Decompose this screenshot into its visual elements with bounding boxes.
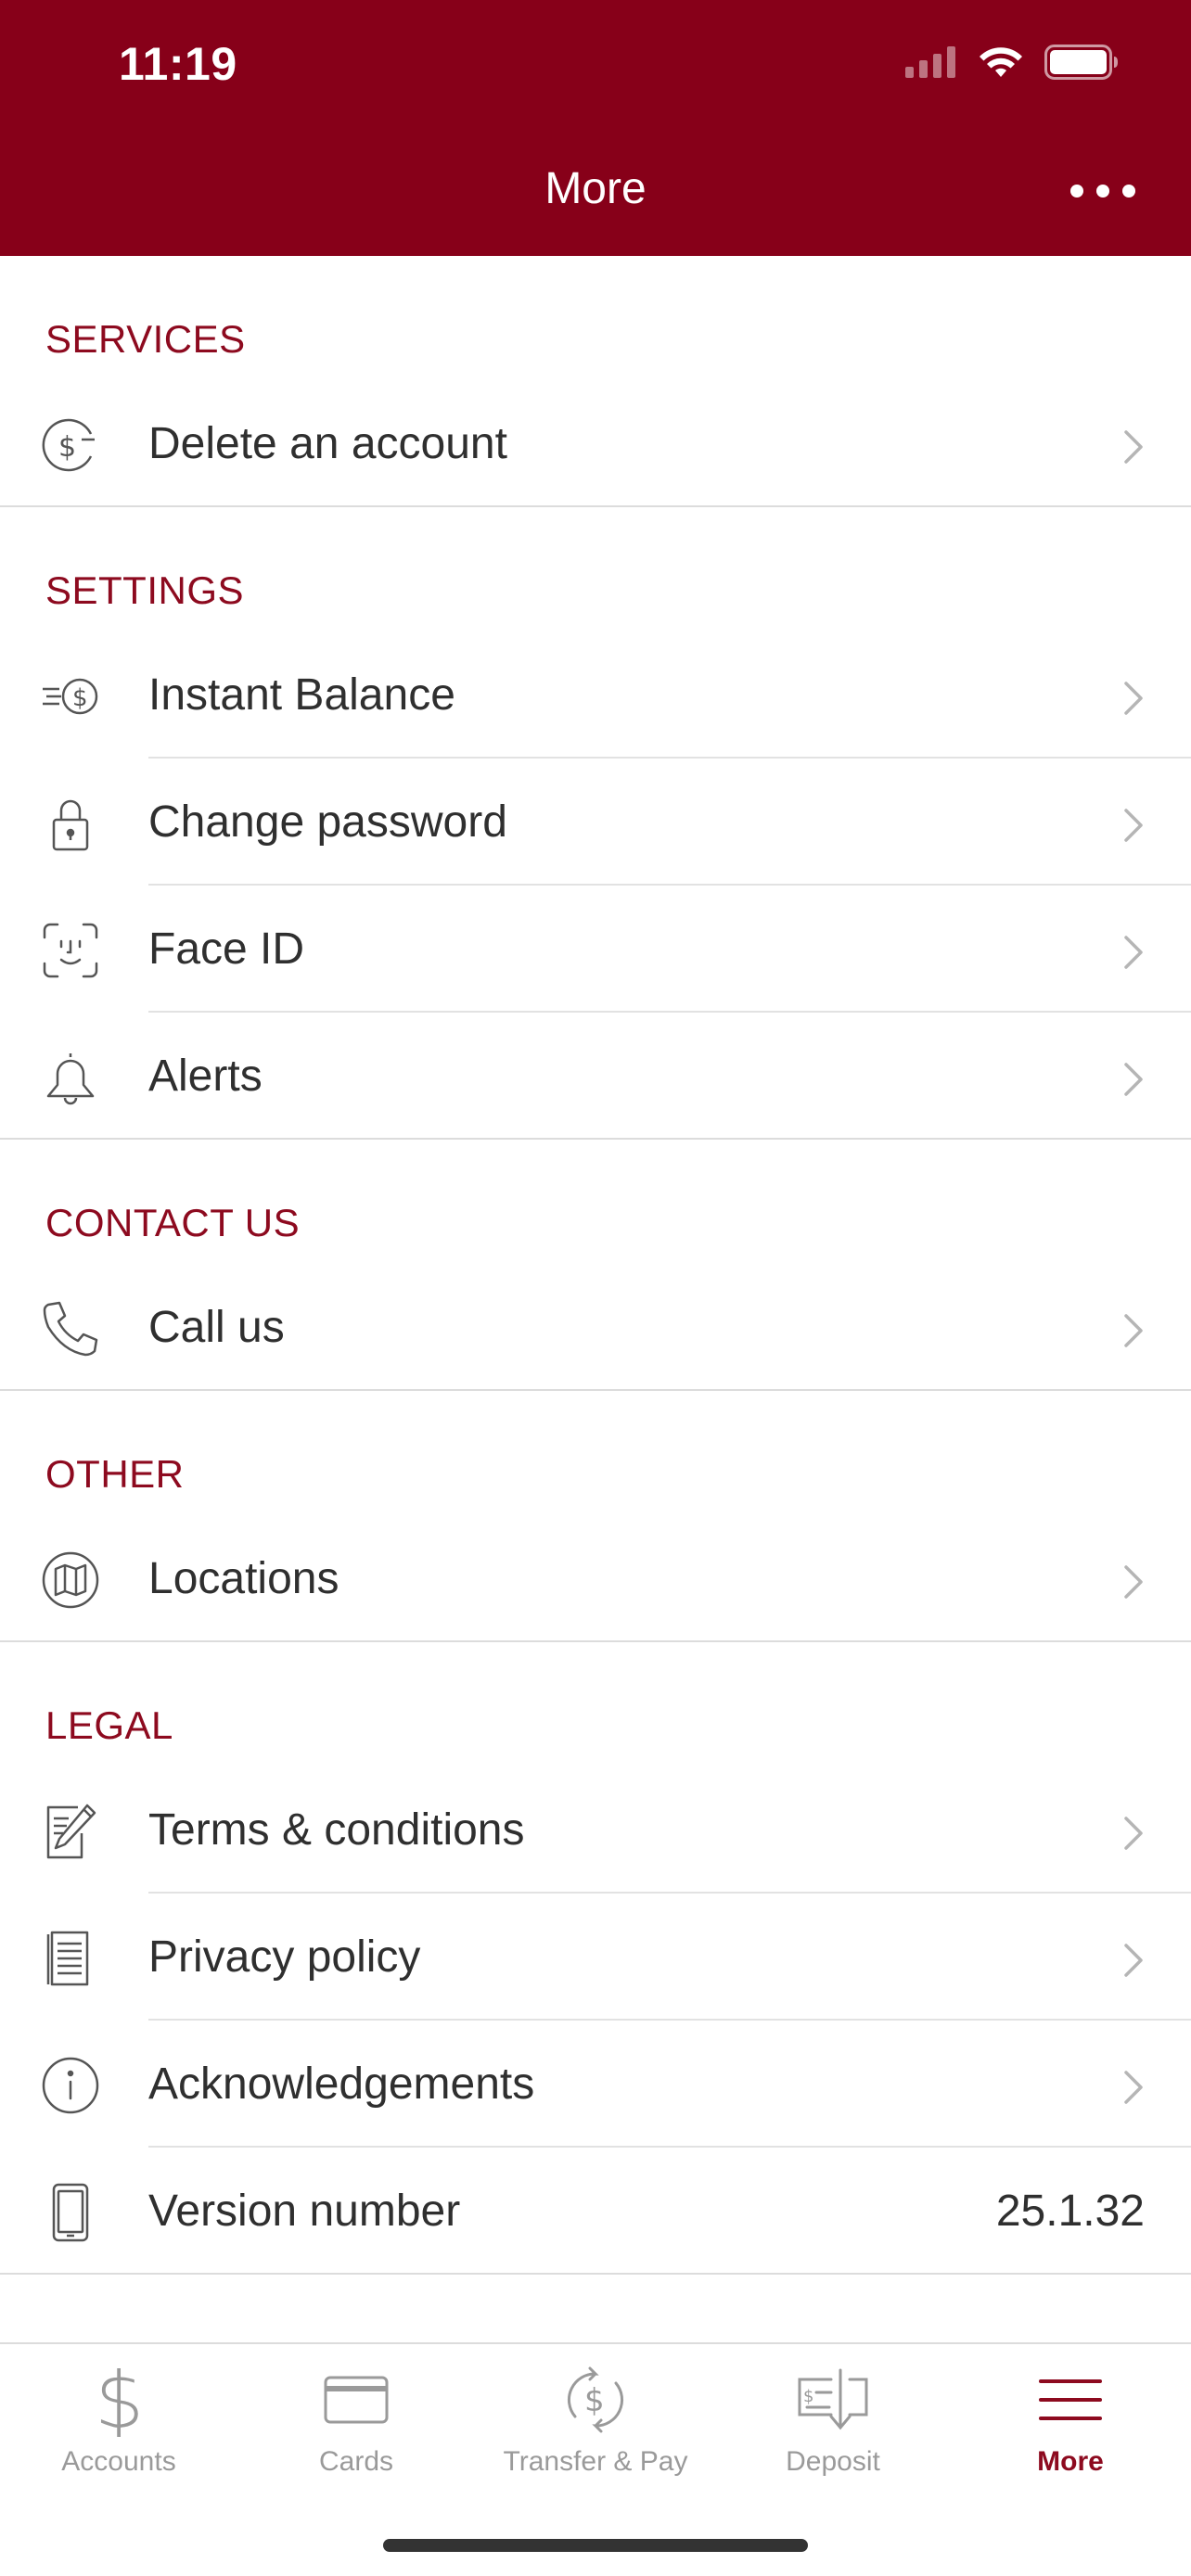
item-label: Terms & conditions (148, 1805, 525, 1855)
section-title-services: SERVICES (45, 317, 246, 361)
item-label: Locations (148, 1554, 339, 1603)
terms-conditions-item[interactable]: Terms & conditions (0, 1766, 1191, 1894)
call-us-item[interactable]: Call us (0, 1264, 1191, 1391)
page-title: More (544, 164, 647, 213)
section-title-legal: LEGAL (45, 1703, 173, 1747)
chevron-right-icon (1124, 1817, 1143, 1850)
chevron-right-icon (1124, 936, 1143, 969)
locations-item[interactable]: Locations (0, 1515, 1191, 1642)
chevron-right-icon (1124, 2071, 1143, 2104)
alerts-item[interactable]: Alerts (0, 1013, 1191, 1140)
tab-cards[interactable]: Cards (237, 2361, 475, 2509)
top-bar: 11:19 More (0, 0, 1191, 256)
item-label: Change password (148, 797, 507, 847)
tab-label: Transfer & Pay (503, 2446, 688, 2477)
dollar-minus-icon: $ (41, 415, 100, 475)
item-label: Acknowledgements (148, 2060, 535, 2109)
bell-icon (41, 1048, 100, 1107)
version-number-item: Version number 25.1.32 (0, 2148, 1191, 2275)
chevron-right-icon (1124, 430, 1143, 464)
check-deposit-icon: $ (714, 2361, 952, 2439)
tab-accounts[interactable]: $ Accounts (0, 2361, 237, 2509)
receipt-icon (41, 1929, 100, 1988)
face-id-item[interactable]: Face ID (0, 886, 1191, 1013)
svg-text:$: $ (58, 431, 76, 464)
phone-icon (41, 1299, 100, 1358)
version-value: 25.1.32 (995, 2187, 1145, 2236)
item-label: Privacy policy (148, 1932, 421, 1982)
battery-icon (1044, 45, 1118, 80)
item-label: Delete an account (148, 419, 507, 468)
change-password-item[interactable]: Change password (0, 759, 1191, 886)
chevron-right-icon (1124, 1314, 1143, 1347)
chevron-right-icon (1124, 1944, 1143, 1977)
lock-icon (41, 794, 100, 853)
status-time: 11:19 (119, 38, 237, 90)
item-label: Alerts (148, 1052, 263, 1101)
delete-account-item[interactable]: $ Delete an account (0, 380, 1191, 507)
privacy-policy-item[interactable]: Privacy policy (0, 1894, 1191, 2021)
item-label: Instant Balance (148, 670, 455, 720)
chevron-right-icon (1124, 809, 1143, 842)
home-indicator (383, 2539, 808, 2552)
chevron-right-icon (1124, 682, 1143, 715)
more-options-button[interactable] (1070, 172, 1135, 210)
settings-list: SERVICES $ Delete an account SETTINGS $ … (0, 256, 1191, 2275)
phone-device-icon (41, 2183, 100, 2242)
tab-label: Deposit (786, 2446, 880, 2477)
cellular-signal-icon (905, 46, 955, 78)
dollar-icon: $ (0, 2361, 237, 2439)
map-icon (41, 1550, 100, 1610)
document-pen-icon (41, 1802, 100, 1861)
svg-text:$: $ (72, 684, 88, 712)
svg-text:$: $ (584, 2382, 605, 2419)
item-label: Call us (148, 1303, 285, 1352)
section-title-contact: CONTACT US (45, 1201, 301, 1244)
chevron-right-icon (1124, 1565, 1143, 1599)
chevron-right-icon (1124, 1063, 1143, 1096)
face-id-icon (41, 921, 100, 980)
card-icon (237, 2361, 475, 2439)
status-icons (905, 45, 1119, 80)
tab-deposit[interactable]: $ Deposit (714, 2361, 952, 2509)
item-label: Face ID (148, 925, 305, 974)
instant-balance-item[interactable]: $ Instant Balance (0, 631, 1191, 759)
tab-label: More (1037, 2446, 1104, 2477)
fast-dollar-icon: $ (41, 667, 100, 726)
acknowledgements-item[interactable]: Acknowledgements (0, 2021, 1191, 2148)
section-title-other: OTHER (45, 1452, 185, 1496)
item-label: Version number (148, 2187, 461, 2236)
tab-label: Accounts (61, 2446, 176, 2477)
info-icon (41, 2056, 100, 2115)
section-title-settings: SETTINGS (45, 568, 245, 612)
svg-text:$: $ (803, 2387, 813, 2406)
tab-more[interactable]: More (952, 2361, 1189, 2509)
hamburger-icon (952, 2361, 1189, 2439)
wifi-icon (980, 47, 1022, 77)
svg-text:$: $ (95, 2363, 144, 2437)
tab-label: Cards (318, 2446, 394, 2477)
ellipsis-icon (1070, 185, 1083, 198)
tab-transfer-pay[interactable]: $ Transfer & Pay (477, 2361, 714, 2509)
transfer-icon: $ (477, 2361, 714, 2439)
